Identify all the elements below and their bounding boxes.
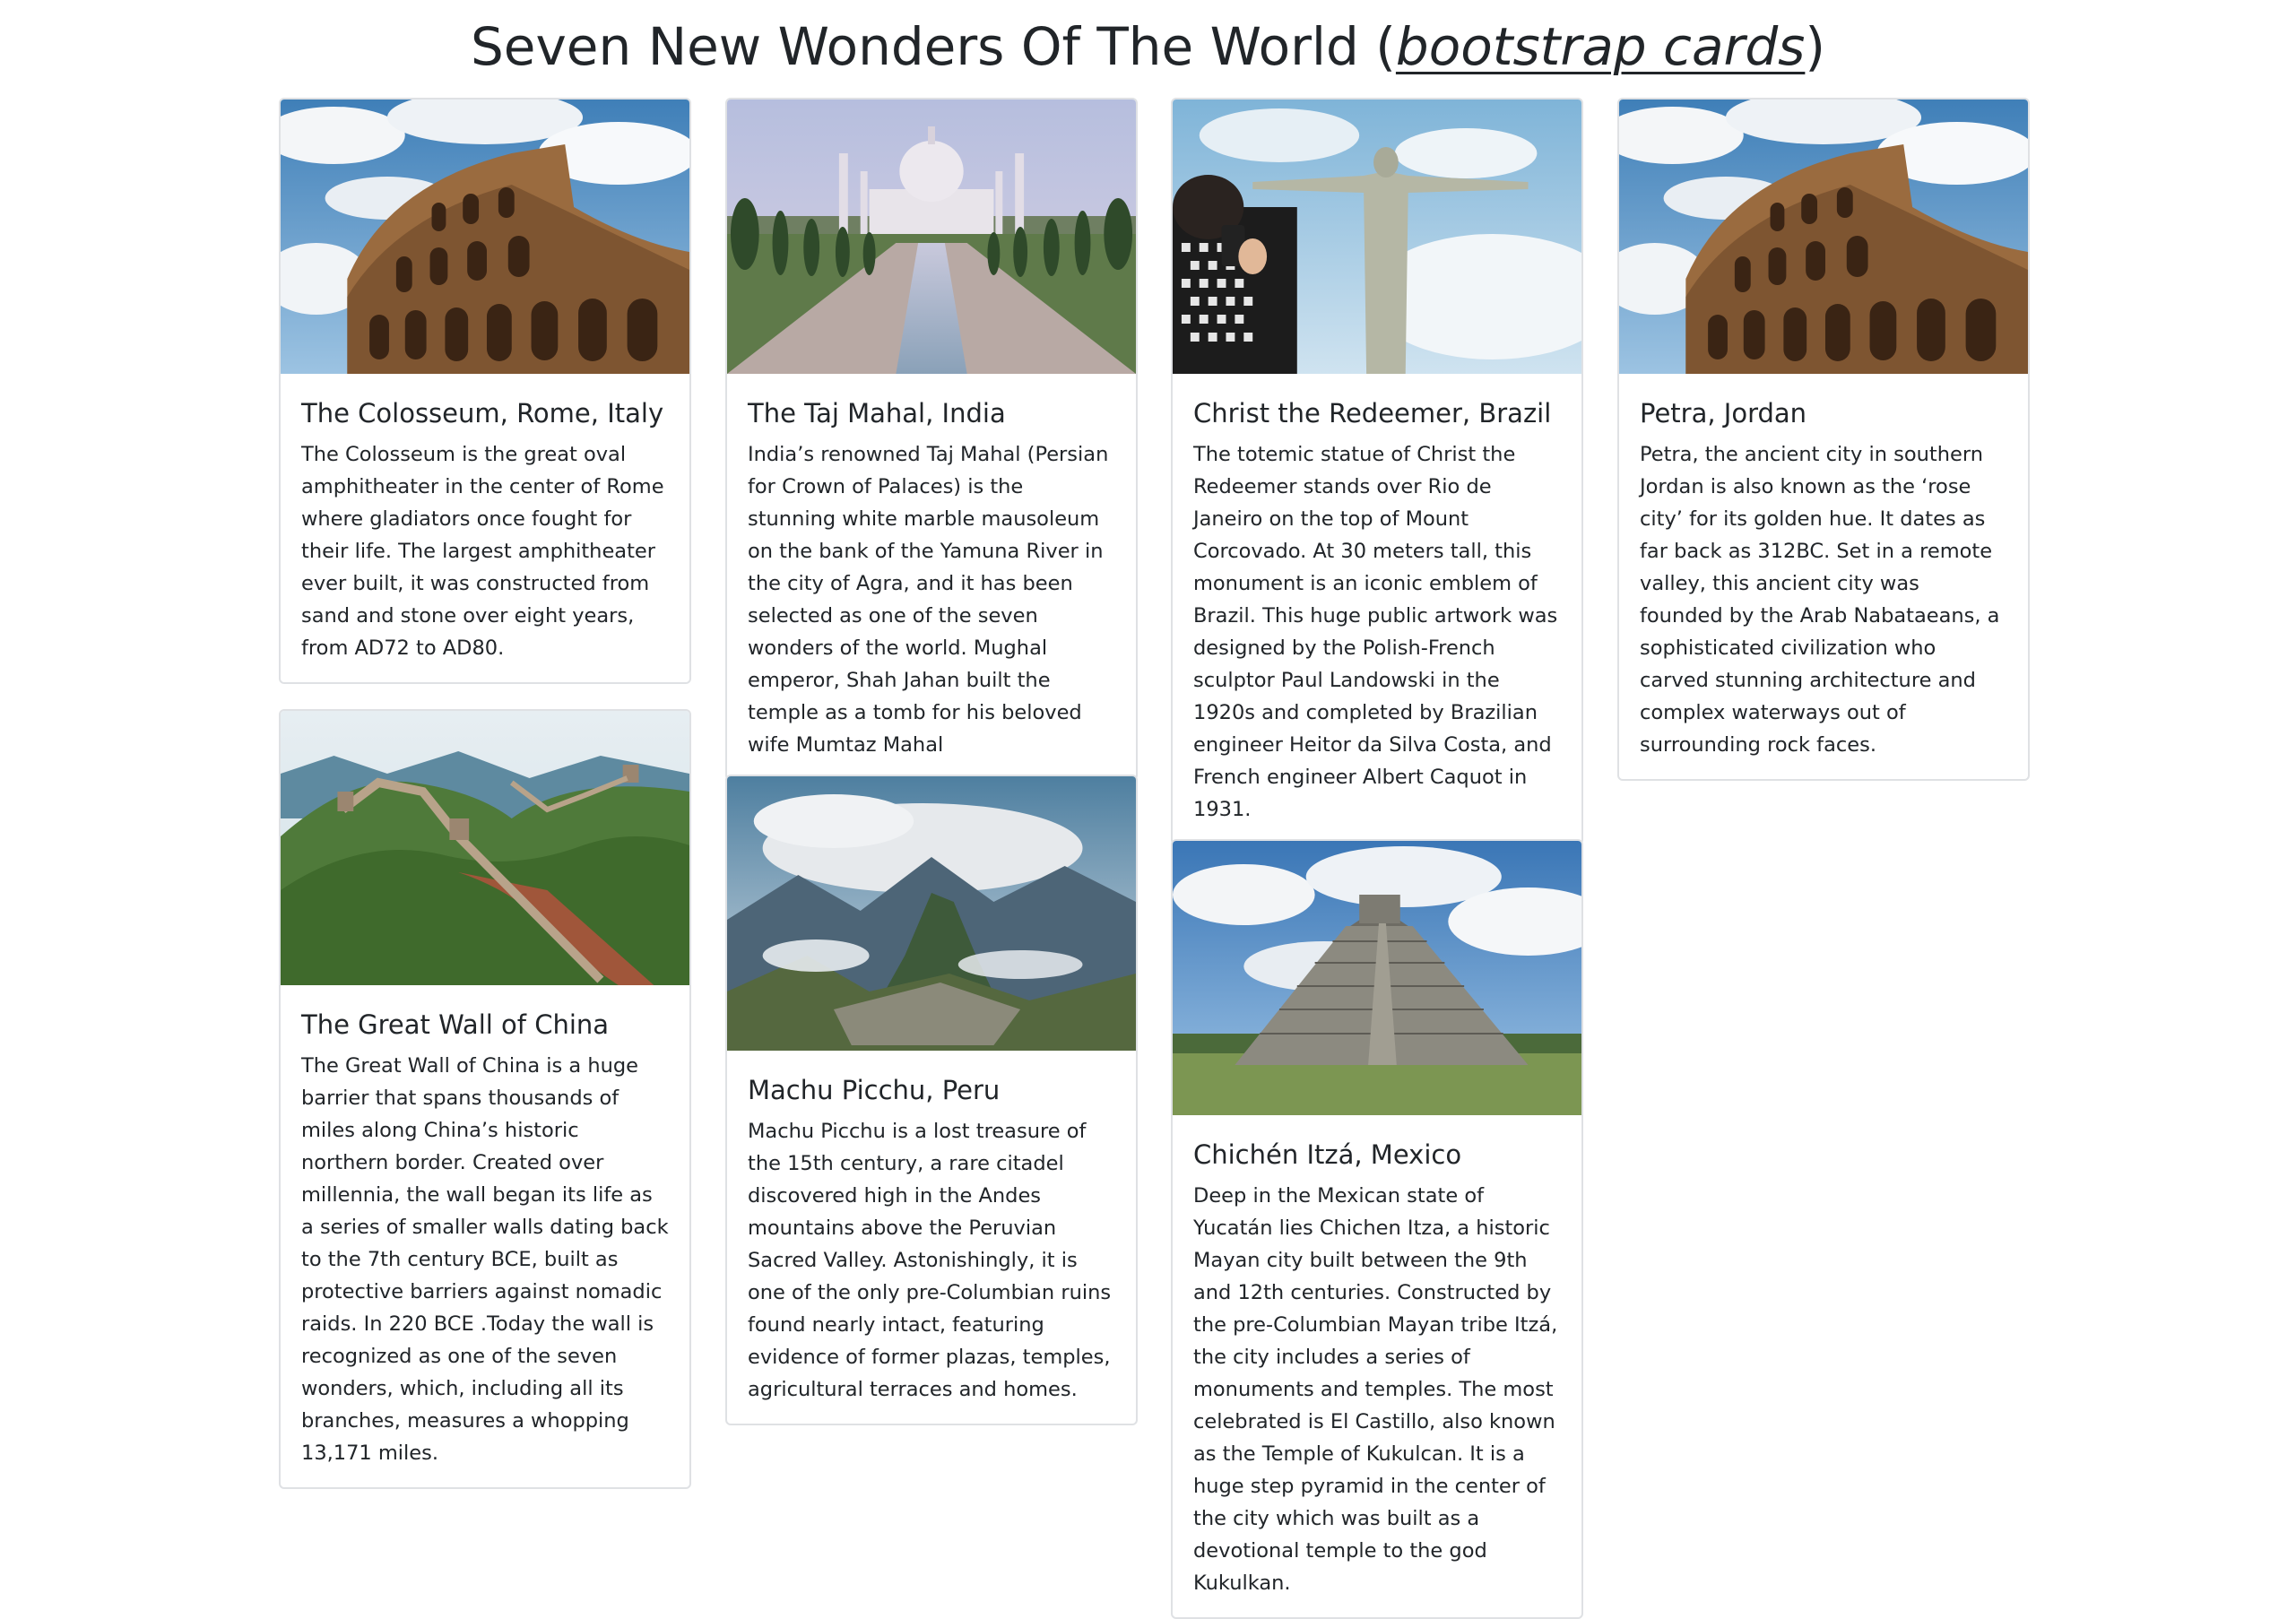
card-title: The Colosseum, Rome, Italy	[301, 398, 664, 429]
card-text: The Colosseum is the great oval amphithe…	[301, 443, 664, 660]
card-body: The Colosseum, Rome, Italy The Colosseum…	[281, 374, 689, 682]
card-petra: Petra, Jordan Petra, the ancient city in…	[1617, 98, 2030, 781]
page-title-text: Seven New Wonders Of The World (	[470, 16, 1396, 77]
card-body: Chichén Itzá, Mexico Deep in the Mexican…	[1173, 1115, 1581, 1617]
card-title: Petra, Jordan	[1640, 398, 1807, 429]
card-chichen-itza: Chichén Itzá, Mexico Deep in the Mexican…	[1171, 839, 1583, 1619]
card-title: The Taj Mahal, India	[748, 398, 1006, 429]
card-christ-the-redeemer: Christ the Redeemer, Brazil The totemic …	[1171, 98, 1583, 845]
card-title: Machu Picchu, Peru	[748, 1075, 1001, 1105]
card-body: The Great Wall of China The Great Wall o…	[281, 985, 689, 1487]
great-wall-image	[281, 711, 689, 985]
card-body: Machu Picchu, Peru Machu Picchu is a los…	[727, 1051, 1136, 1424]
card-text: India’s renowned Taj Mahal (Persian for …	[748, 443, 1109, 757]
card-text: Deep in the Mexican state of Yucatán lie…	[1193, 1184, 1558, 1595]
colosseum-image	[281, 100, 689, 374]
taj-mahal-image	[727, 100, 1136, 374]
page-title: Seven New Wonders Of The World (bootstra…	[0, 11, 2296, 82]
page-title-closing: )	[1805, 16, 1826, 77]
card-great-wall: The Great Wall of China The Great Wall o…	[279, 709, 691, 1489]
card-title: Chichén Itzá, Mexico	[1193, 1139, 1462, 1170]
card-colosseum: The Colosseum, Rome, Italy The Colosseum…	[279, 98, 691, 684]
card-body: The Taj Mahal, India India’s renowned Ta…	[727, 374, 1136, 779]
card-title: Christ the Redeemer, Brazil	[1193, 398, 1552, 429]
bootstrap-cards-link[interactable]: bootstrap cards	[1396, 16, 1805, 77]
chichen-itza-image	[1173, 841, 1581, 1115]
card-text: Petra, the ancient city in southern Jord…	[1640, 443, 2000, 757]
christ-the-redeemer-image	[1173, 100, 1581, 374]
machu-picchu-image	[727, 776, 1136, 1051]
card-taj-mahal: The Taj Mahal, India India’s renowned Ta…	[725, 98, 1138, 781]
card-body: Petra, Jordan Petra, the ancient city in…	[1619, 374, 2028, 779]
card-text: Machu Picchu is a lost treasure of the 1…	[748, 1120, 1112, 1401]
card-text: The Great Wall of China is a huge barrie…	[301, 1054, 669, 1465]
card-text: The totemic statue of Christ the Redeeme…	[1193, 443, 1558, 821]
card-machu-picchu: Machu Picchu, Peru Machu Picchu is a los…	[725, 775, 1138, 1425]
card-body: Christ the Redeemer, Brazil The totemic …	[1173, 374, 1581, 844]
card-title: The Great Wall of China	[301, 1009, 610, 1040]
petra-image	[1619, 100, 2028, 374]
